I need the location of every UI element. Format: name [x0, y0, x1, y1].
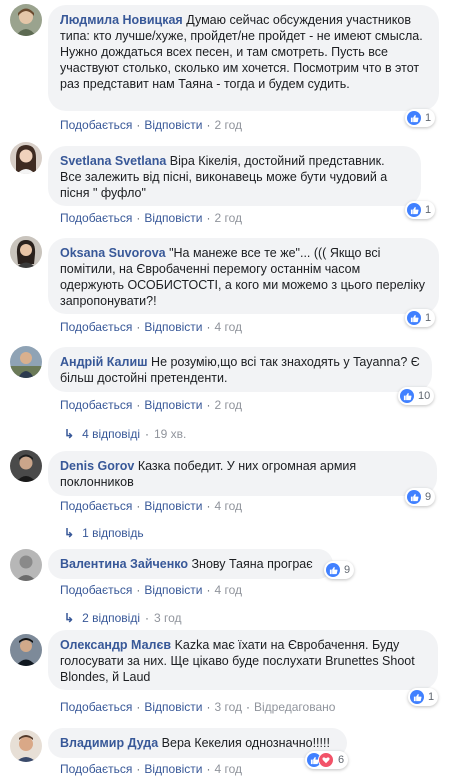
- reaction-count-value: 10: [418, 390, 431, 402]
- reaction-count-value: 1: [428, 691, 435, 703]
- reply-arrow-icon: ↳: [64, 611, 75, 625]
- comment-time[interactable]: 4 год: [214, 320, 242, 334]
- reaction-count-value: 1: [425, 112, 432, 124]
- like-link[interactable]: Подобається: [60, 499, 132, 513]
- replies-time: 3 год: [154, 611, 182, 625]
- comment-time[interactable]: 4 год: [214, 499, 242, 513]
- like-link[interactable]: Подобається: [60, 583, 132, 597]
- replies-count[interactable]: 2 відповіді: [82, 611, 140, 625]
- comment-author[interactable]: Валентина Зайченко: [60, 557, 188, 571]
- avatar[interactable]: [10, 450, 42, 482]
- edited-label[interactable]: Відредаговано: [254, 700, 335, 714]
- comment-text: Вера Кекелия однозначно!!!!!: [161, 736, 330, 750]
- reaction-count[interactable]: 1: [405, 201, 436, 219]
- like-link[interactable]: Подобається: [60, 398, 132, 412]
- reaction-count-value: 9: [425, 491, 432, 503]
- reply-arrow-icon: ↳: [64, 526, 75, 540]
- replies-count[interactable]: 4 відповіді: [82, 427, 140, 441]
- comment-time[interactable]: 3 год: [214, 700, 242, 714]
- like-icon: [407, 490, 421, 504]
- love-icon: [318, 752, 334, 768]
- comment-actions: Подобається · Відповісти · 3 год · Відредагова…: [60, 700, 336, 714]
- reply-link[interactable]: Відповісти: [144, 320, 202, 334]
- reply-link[interactable]: Відповісти: [144, 700, 202, 714]
- comment-author[interactable]: Oksana Suvorova: [60, 246, 166, 260]
- comment-time[interactable]: 2 год: [214, 398, 242, 412]
- avatar[interactable]: [10, 730, 42, 762]
- comment-text: Знову Таяна програє: [191, 557, 313, 571]
- comment-actions: Подобається · Відповісти · 4 год: [60, 320, 242, 334]
- like-icon: [326, 563, 340, 577]
- comment-bubble: Людмила Новицкая Думаю сейчас обсуждения…: [48, 5, 439, 111]
- reaction-count[interactable]: 9: [324, 561, 355, 579]
- comment-bubble: Denis Gorov Казка победит. У них огромна…: [48, 451, 437, 496]
- comment-actions: Подобається · Відповісти · 2 год: [60, 398, 242, 412]
- reaction-count-value: 6: [338, 754, 345, 766]
- comment-author[interactable]: Владимир Дуда: [60, 736, 158, 750]
- view-replies[interactable]: ↳ 4 відповіді · 19 хв.: [64, 427, 186, 441]
- avatar[interactable]: [10, 634, 42, 666]
- avatar[interactable]: [10, 142, 42, 174]
- comment-bubble: Svetlana Svetlana Віра Кікелія, достойни…: [48, 146, 421, 206]
- reply-link[interactable]: Відповісти: [144, 499, 202, 513]
- reply-link[interactable]: Відповісти: [144, 211, 202, 225]
- comment-actions: Подобається · Відповісти · 4 год: [60, 762, 242, 776]
- reply-link[interactable]: Відповісти: [144, 398, 202, 412]
- reply-link[interactable]: Відповісти: [144, 762, 202, 776]
- reaction-count[interactable]: 10: [398, 387, 435, 405]
- comment-actions: Подобається · Відповісти · 2 год: [60, 211, 242, 225]
- reaction-count-value: 9: [344, 564, 351, 576]
- comment-bubble: Владимир Дуда Вера Кекелия однозначно!!!…: [48, 728, 347, 758]
- reaction-count[interactable]: 1: [405, 109, 436, 127]
- comment-author[interactable]: Андрій Калиш: [60, 355, 148, 369]
- like-icon: [407, 311, 421, 325]
- view-replies[interactable]: ↳ 1 відповідь: [64, 526, 144, 540]
- reaction-count[interactable]: 6: [305, 751, 349, 769]
- like-link[interactable]: Подобається: [60, 211, 132, 225]
- comment-bubble: Олександр Малєв Kazka має їхати на Євроб…: [48, 630, 438, 690]
- comment-actions: Подобається · Відповісти · 4 год: [60, 583, 242, 597]
- like-icon: [407, 111, 421, 125]
- reaction-count[interactable]: 1: [405, 309, 436, 327]
- view-replies[interactable]: ↳ 2 відповіді · 3 год: [64, 611, 182, 625]
- reaction-count[interactable]: 1: [408, 688, 439, 706]
- comment-time[interactable]: 4 год: [214, 583, 242, 597]
- like-link[interactable]: Подобається: [60, 700, 132, 714]
- comment-author[interactable]: Людмила Новицкая: [60, 13, 183, 27]
- comment-time[interactable]: 4 год: [214, 762, 242, 776]
- comment-thread: Людмила Новицкая Думаю сейчас обсуждения…: [0, 0, 470, 781]
- comment-bubble: Oksana Suvorova "На манеже все те же"...…: [48, 238, 439, 314]
- reaction-count[interactable]: 9: [405, 488, 436, 506]
- like-link[interactable]: Подобається: [60, 320, 132, 334]
- like-link[interactable]: Подобається: [60, 118, 132, 132]
- reply-link[interactable]: Відповісти: [144, 118, 202, 132]
- replies-count[interactable]: 1 відповідь: [82, 526, 144, 540]
- like-link[interactable]: Подобається: [60, 762, 132, 776]
- reaction-count-value: 1: [425, 312, 432, 324]
- reaction-count-value: 1: [425, 204, 432, 216]
- comment-time[interactable]: 2 год: [214, 211, 242, 225]
- reply-link[interactable]: Відповісти: [144, 583, 202, 597]
- comment-time[interactable]: 2 год: [214, 118, 242, 132]
- replies-time: 19 хв.: [154, 427, 187, 441]
- comment-bubble: Валентина Зайченко Знову Таяна програє: [48, 549, 333, 579]
- comment-author[interactable]: Олександр Малєв: [60, 638, 171, 652]
- reply-arrow-icon: ↳: [64, 427, 75, 441]
- comment-actions: Подобається · Відповісти · 4 год: [60, 499, 242, 513]
- comment-author[interactable]: Denis Gorov: [60, 459, 134, 473]
- avatar[interactable]: [10, 236, 42, 268]
- like-icon: [407, 203, 421, 217]
- like-icon: [410, 690, 424, 704]
- avatar[interactable]: [10, 549, 42, 581]
- comment-bubble: Андрій Калиш Не розумію,що всі так знахо…: [48, 347, 432, 392]
- comment-author[interactable]: Svetlana Svetlana: [60, 154, 166, 168]
- avatar[interactable]: [10, 346, 42, 378]
- avatar[interactable]: [10, 4, 42, 36]
- comment-actions: Подобається · Відповісти · 2 год: [60, 118, 242, 132]
- like-icon: [400, 389, 414, 403]
